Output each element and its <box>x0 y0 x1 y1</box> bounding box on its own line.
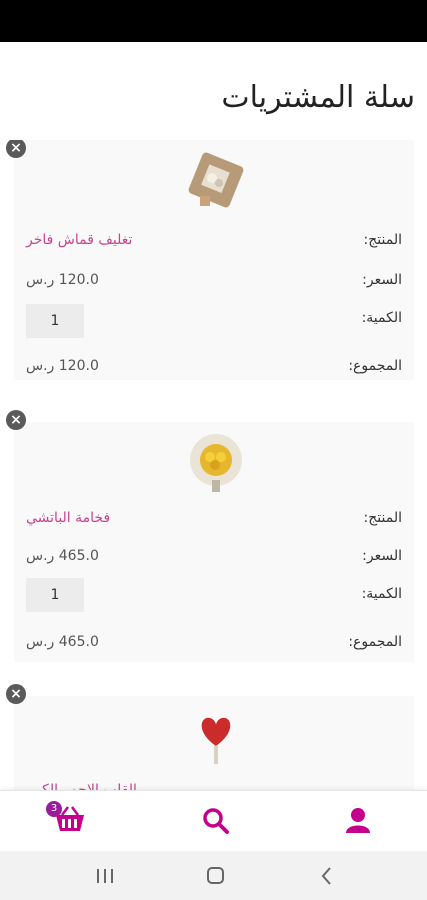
cart-item: × القلب الاحمر الكبير <box>6 684 414 790</box>
quantity-label: الكمية: <box>361 310 402 326</box>
product-image <box>201 717 231 764</box>
product-label: المنتج: <box>363 510 402 526</box>
account-tab[interactable] <box>338 803 378 839</box>
cart-item: × المنتج: تغليف قماش فاخر السعر: 120.0 ر… <box>6 140 414 380</box>
product-name-link[interactable]: القلب الاحمر الكبير <box>26 782 137 790</box>
total-label: المجموع: <box>348 358 402 374</box>
recent-apps-icon[interactable] <box>90 863 120 889</box>
product-name-link[interactable]: تغليف قماش فاخر <box>26 232 132 248</box>
remove-item-button[interactable]: × <box>6 684 26 704</box>
system-navigation-bar <box>0 851 427 900</box>
cart-count-badge: 3 <box>46 801 62 817</box>
product-label: المنتج: <box>363 232 402 248</box>
product-name-link[interactable]: فخامة الباتشي <box>26 510 110 526</box>
product-image <box>188 152 244 208</box>
remove-item-button[interactable]: × <box>6 410 26 430</box>
price-label: السعر: <box>362 548 402 564</box>
status-bar <box>0 0 427 42</box>
total-label: المجموع: <box>348 634 402 650</box>
total-value: 120.0 ر.س <box>26 358 99 374</box>
product-image <box>190 434 242 492</box>
total-value: 465.0 ر.س <box>26 634 99 650</box>
home-icon[interactable] <box>200 863 230 889</box>
price-value: 465.0 ر.س <box>26 548 99 564</box>
page-title: سلة المشتريات <box>221 80 415 115</box>
search-icon <box>203 808 229 834</box>
quantity-label: الكمية: <box>361 586 402 602</box>
back-icon[interactable] <box>312 863 342 889</box>
bottom-navigation: 3 <box>0 790 427 851</box>
user-icon <box>346 808 370 833</box>
cart-tab[interactable]: 3 <box>46 801 90 839</box>
cart-item: × المنتج: فخامة الباتشي السعر: 465.0 ر.س… <box>6 410 414 662</box>
quantity-input[interactable]: 1 <box>26 578 84 612</box>
search-tab[interactable] <box>196 803 236 839</box>
cart-items-list[interactable]: × المنتج: تغليف قماش فاخر السعر: 120.0 ر… <box>0 140 427 790</box>
quantity-input[interactable]: 1 <box>26 304 84 338</box>
price-value: 120.0 ر.س <box>26 272 99 288</box>
price-label: السعر: <box>362 272 402 288</box>
remove-item-button[interactable]: × <box>6 140 26 158</box>
